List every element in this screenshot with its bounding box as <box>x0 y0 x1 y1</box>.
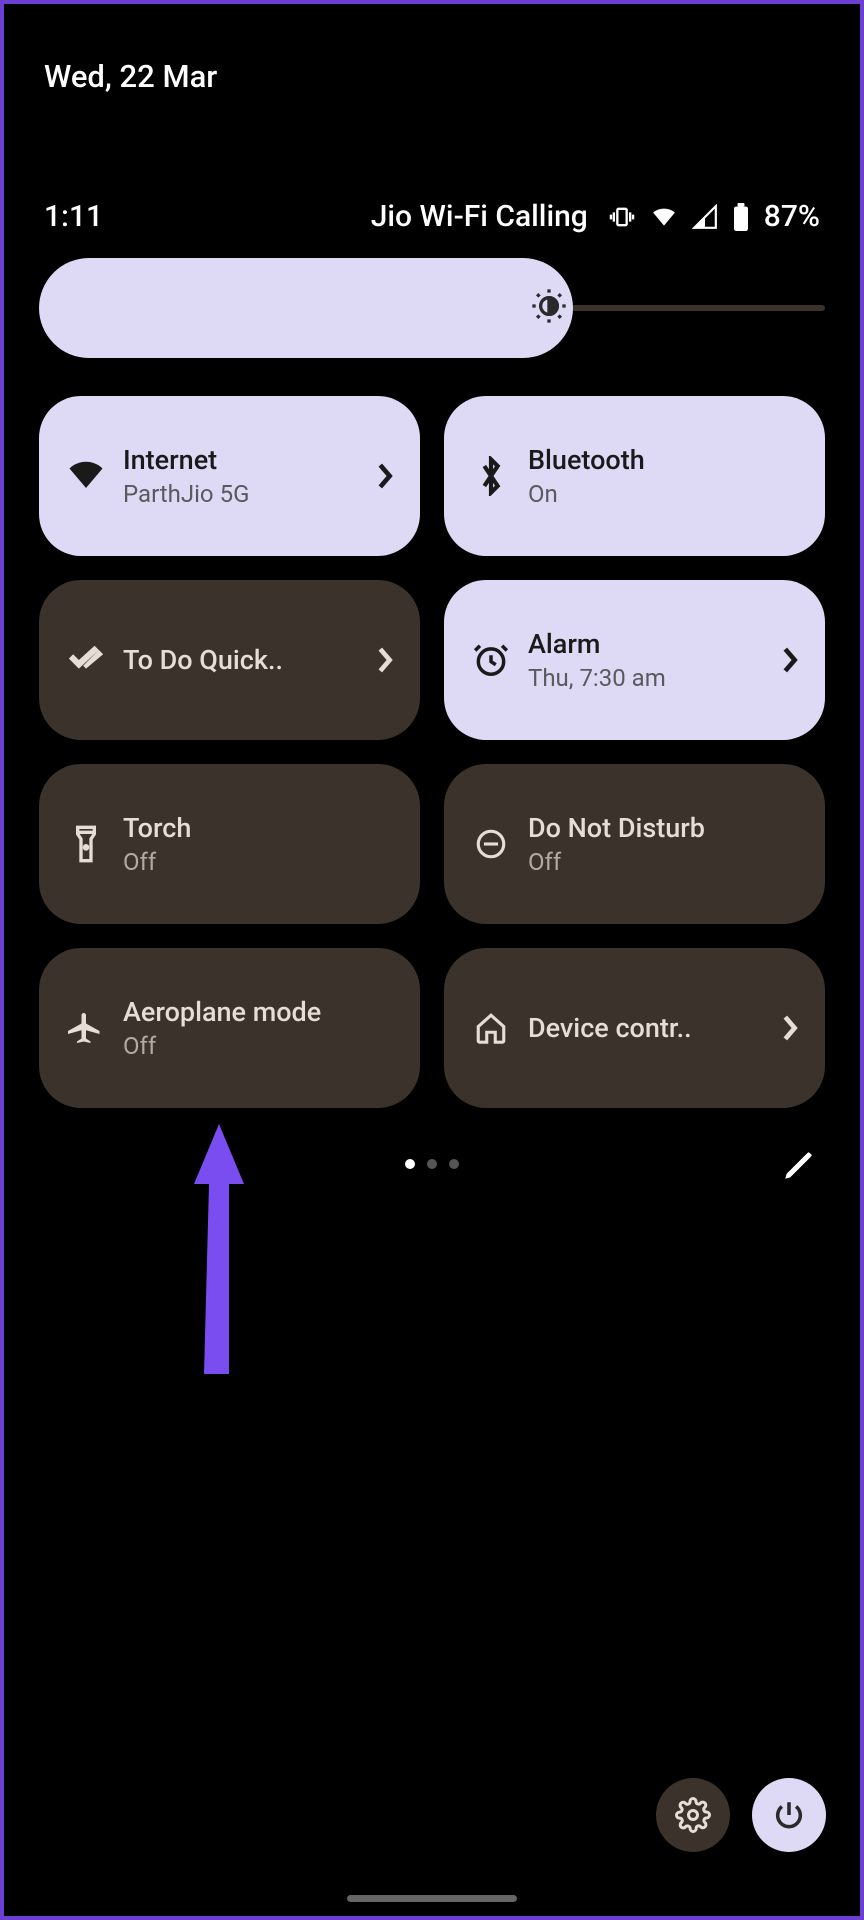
tile-label: Do Not Disturb <box>528 812 805 844</box>
tile-label: Bluetooth <box>528 444 805 476</box>
tile-label: To Do Quick.. <box>123 644 370 676</box>
todo-icon <box>63 645 109 675</box>
edit-button[interactable] <box>776 1144 820 1188</box>
wifi-icon <box>63 460 109 492</box>
settings-button[interactable] <box>656 1778 730 1852</box>
power-button[interactable] <box>752 1778 826 1852</box>
chevron-right-icon <box>775 1014 805 1042</box>
tile-sub: Thu, 7:30 am <box>528 664 775 692</box>
tile-airplane[interactable]: Aeroplane mode Off <box>39 948 420 1108</box>
chevron-right-icon <box>370 646 400 674</box>
chevron-right-icon <box>775 646 805 674</box>
status-right: Jio Wi-Fi Calling 87% <box>371 199 820 234</box>
chevron-right-icon <box>370 462 400 490</box>
signal-icon <box>692 204 718 230</box>
battery-percent: 87% <box>764 199 820 234</box>
wifi-icon <box>650 204 678 230</box>
dot-3 <box>449 1159 459 1169</box>
power-icon <box>772 1798 806 1832</box>
tile-sub: Off <box>123 848 400 876</box>
brightness-icon <box>529 286 569 330</box>
battery-icon <box>732 203 750 231</box>
tile-internet[interactable]: Internet ParthJio 5G <box>39 396 420 556</box>
airplane-icon <box>63 1010 109 1046</box>
flashlight-icon <box>63 824 109 864</box>
dot-1 <box>405 1159 415 1169</box>
vibrate-icon <box>608 203 636 231</box>
tile-label: Torch <box>123 812 400 844</box>
gear-icon <box>675 1797 711 1833</box>
clock: 1:11 <box>44 199 103 234</box>
tile-label: Device contr.. <box>528 1012 775 1044</box>
home-icon <box>468 1011 514 1045</box>
date-label: Wed, 22 Mar <box>44 58 217 95</box>
bluetooth-icon <box>468 456 514 496</box>
tile-todo[interactable]: To Do Quick.. <box>39 580 420 740</box>
tile-sub: Off <box>123 1032 400 1060</box>
tile-label: Aeroplane mode <box>123 996 400 1028</box>
tile-alarm[interactable]: Alarm Thu, 7:30 am <box>444 580 825 740</box>
carrier-label: Jio Wi-Fi Calling <box>371 199 588 234</box>
brightness-fill <box>39 258 573 358</box>
brightness-slider[interactable] <box>39 258 825 358</box>
status-bar: 1:11 Jio Wi-Fi Calling 87% <box>44 199 820 234</box>
dnd-icon <box>468 827 514 861</box>
alarm-icon <box>468 641 514 679</box>
tile-torch[interactable]: Torch Off <box>39 764 420 924</box>
tile-device-controls[interactable]: Device contr.. <box>444 948 825 1108</box>
pencil-icon <box>781 1149 815 1183</box>
tile-sub: On <box>528 480 805 508</box>
gesture-bar[interactable] <box>347 1895 517 1902</box>
tile-dnd[interactable]: Do Not Disturb Off <box>444 764 825 924</box>
page-indicator <box>405 1159 459 1169</box>
tile-sub: Off <box>528 848 805 876</box>
tile-sub: ParthJio 5G <box>123 480 370 508</box>
quick-tiles: Internet ParthJio 5G Bluetooth On To Do … <box>39 396 825 1108</box>
tile-label: Alarm <box>528 628 775 660</box>
annotation-arrow <box>184 1124 254 1378</box>
bottom-buttons <box>656 1778 826 1852</box>
tile-label: Internet <box>123 444 370 476</box>
tile-bluetooth[interactable]: Bluetooth On <box>444 396 825 556</box>
dot-2 <box>427 1159 437 1169</box>
